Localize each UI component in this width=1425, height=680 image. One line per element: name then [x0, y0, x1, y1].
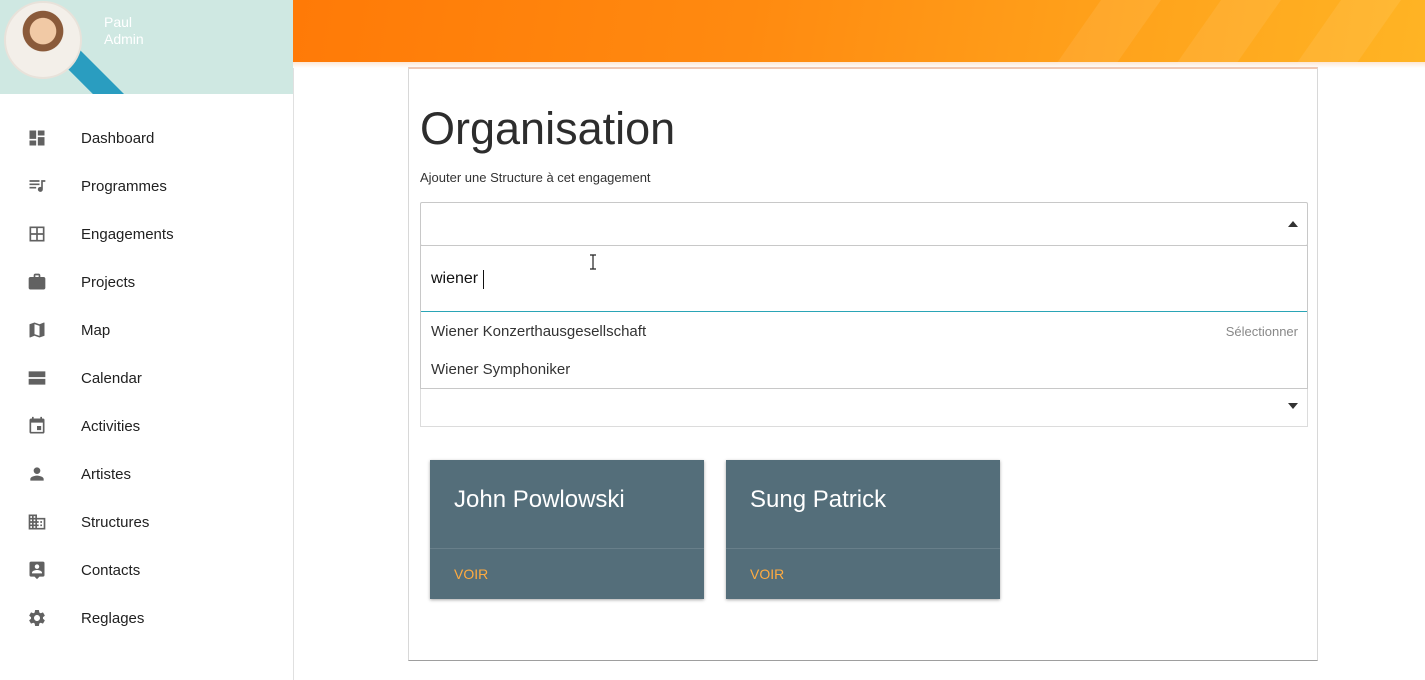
sidebar-item-artistes[interactable]: Artistes: [0, 450, 293, 498]
secondary-select[interactable]: [420, 387, 1308, 427]
sidebar-item-label: Map: [81, 321, 111, 339]
structure-select[interactable]: [420, 202, 1308, 246]
person-card: Sung Patrick Voir: [726, 460, 1000, 599]
sidebar-item-engagements[interactable]: Engagements: [0, 210, 293, 258]
grid-icon: [27, 224, 47, 244]
view-button[interactable]: Voir: [750, 566, 784, 582]
banner-decoration: [1016, 0, 1190, 62]
card-divider: [430, 548, 704, 549]
sidebar-nav: Dashboard Programmes Engagements Project…: [0, 94, 293, 642]
sidebar-item-label: Dashboard: [81, 129, 155, 147]
option-wiener-konzerthausgesellschaft[interactable]: Wiener Konzerthausgesellschaft Sélection…: [421, 312, 1307, 350]
sidebar-item-programmes[interactable]: Programmes: [0, 162, 293, 210]
person-icon: [27, 464, 47, 484]
card-divider: [726, 548, 1000, 549]
user-name: Paul: [104, 14, 133, 30]
organisation-card: Organisation Ajouter une Structure à cet…: [408, 67, 1318, 661]
option-wiener-symphoniker[interactable]: Wiener Symphoniker: [421, 350, 1307, 388]
text-cursor-icon: [590, 254, 596, 270]
sidebar: Paul Admin Dashboard Programmes Engageme…: [0, 0, 294, 680]
sidebar-item-label: Structures: [81, 513, 150, 531]
building-icon: [27, 512, 47, 532]
sidebar-item-projects[interactable]: Projects: [0, 258, 293, 306]
search-field[interactable]: [421, 246, 1307, 312]
page-title: Organisation: [420, 103, 676, 154]
avatar[interactable]: [4, 1, 82, 79]
user-role: Admin: [104, 31, 144, 47]
select-hint: Sélectionner: [1225, 323, 1298, 339]
sidebar-item-calendar[interactable]: Calendar: [0, 354, 293, 402]
sidebar-item-label: Projects: [81, 273, 136, 291]
sidebar-item-activities[interactable]: Activities: [0, 402, 293, 450]
briefcase-icon: [27, 272, 47, 292]
sidebar-item-label: Contacts: [81, 561, 141, 579]
gear-icon: [27, 608, 47, 628]
banner-decoration: [1256, 0, 1425, 62]
person-name: John Powlowski: [454, 486, 625, 513]
caret-up-icon[interactable]: [1288, 221, 1298, 227]
option-label: Wiener Konzerthausgesellschaft: [431, 322, 647, 340]
calendar-view-icon: [27, 368, 47, 388]
profile-info: Paul Admin: [104, 14, 144, 48]
header-banner: [293, 0, 1425, 62]
banner-decoration: [1136, 0, 1310, 62]
structure-dropdown: Wiener Konzerthausgesellschaft Sélection…: [420, 245, 1308, 389]
dashboard-icon: [27, 128, 47, 148]
map-icon: [27, 320, 47, 340]
sidebar-item-contacts[interactable]: Contacts: [0, 546, 293, 594]
sidebar-item-label: Artistes: [81, 465, 132, 483]
event-icon: [27, 416, 47, 436]
sidebar-item-map[interactable]: Map: [0, 306, 293, 354]
caret-down-icon[interactable]: [1288, 403, 1298, 409]
sidebar-item-label: Engagements: [81, 225, 174, 243]
sidebar-item-label: Reglages: [81, 609, 145, 627]
sidebar-item-label: Activities: [81, 417, 141, 435]
profile-header: Paul Admin: [0, 0, 293, 94]
contact-card-icon: [27, 560, 47, 580]
sidebar-item-label: Calendar: [81, 369, 142, 387]
queue-music-icon: [27, 176, 47, 196]
sidebar-item-structures[interactable]: Structures: [0, 498, 293, 546]
option-label: Wiener Symphoniker: [431, 360, 571, 378]
person-name: Sung Patrick: [750, 486, 887, 513]
field-label: Ajouter une Structure à cet engagement: [420, 170, 651, 185]
text-caret: [483, 270, 484, 289]
search-input[interactable]: [431, 270, 1291, 288]
view-button[interactable]: Voir: [454, 566, 488, 582]
sidebar-item-dashboard[interactable]: Dashboard: [0, 114, 293, 162]
sidebar-item-label: Programmes: [81, 177, 167, 195]
sidebar-item-reglages[interactable]: Reglages: [0, 594, 293, 642]
person-card: John Powlowski Voir: [430, 460, 704, 599]
